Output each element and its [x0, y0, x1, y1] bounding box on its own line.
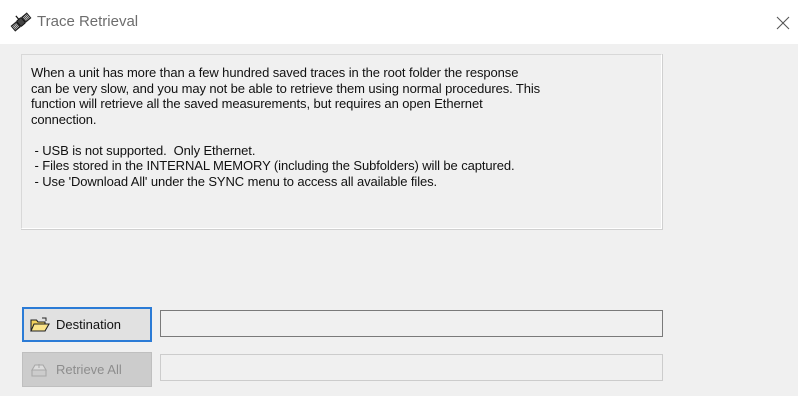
retrieve-icon [31, 363, 47, 377]
info-panel: When a unit has more than a few hundred … [21, 54, 663, 230]
destination-button-label: Destination [56, 317, 122, 332]
info-line: When a unit has more than a few hundred … [31, 65, 519, 80]
retrieve-all-button[interactable]: Retrieve All [22, 352, 152, 387]
open-folder-icon [30, 317, 50, 332]
title-bar: Trace Retrieval [0, 0, 798, 44]
satellite-icon [10, 12, 32, 32]
info-line: function will retrieve all the saved mea… [31, 96, 483, 111]
destination-button[interactable]: Destination [22, 307, 152, 342]
destination-path-field[interactable] [160, 310, 663, 337]
trace-retrieval-dialog: Trace Retrieval When a unit has more tha… [0, 0, 798, 396]
info-text: When a unit has more than a few hundred … [31, 65, 656, 189]
info-line: connection. [31, 111, 97, 127]
info-bullet: - Files stored in the INTERNAL MEMORY (i… [31, 158, 515, 173]
close-icon[interactable] [768, 8, 798, 38]
info-bullet: - Use 'Download All' under the SYNC menu… [31, 173, 438, 189]
retrieve-all-button-label: Retrieve All [56, 362, 122, 377]
retrieve-status-field [160, 354, 663, 381]
info-bullet: - USB is not supported. Only Ethernet. [31, 142, 256, 158]
window-title: Trace Retrieval [37, 13, 139, 30]
info-line: can be very slow, and you may not be abl… [31, 80, 541, 96]
